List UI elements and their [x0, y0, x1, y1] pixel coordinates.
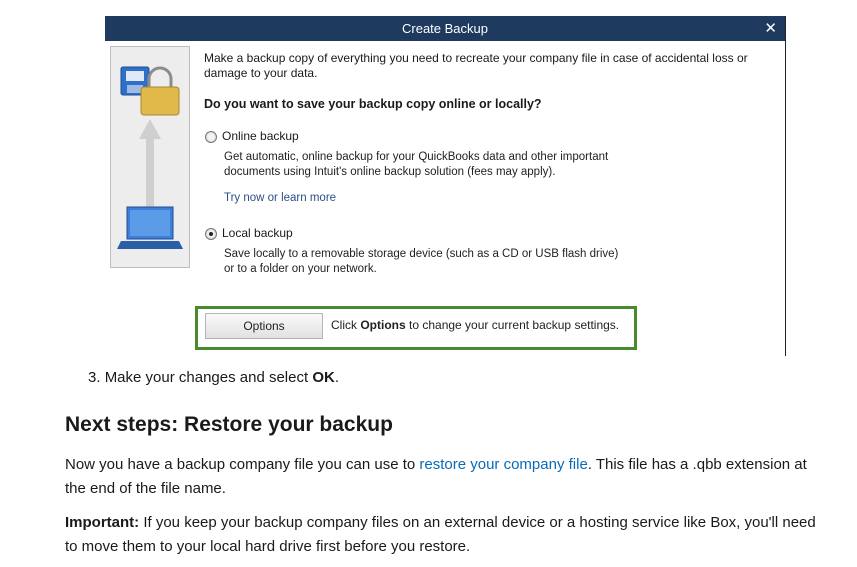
important-text: If you keep your backup company files on… [65, 514, 816, 555]
create-backup-dialog: Create Backup ✕ Make a backup copy of ev… [105, 16, 786, 356]
dialog-content: Make a backup copy of everything you nee… [204, 51, 764, 275]
backup-illustration [110, 46, 190, 268]
local-backup-description: Save locally to a removable storage devi… [224, 247, 618, 277]
options-hint-post: to change your current backup settings. [405, 318, 620, 332]
step-3: 3. Make your changes and select OK. [88, 369, 339, 386]
local-desc-line2: or to a folder on your network. [224, 263, 377, 275]
close-icon[interactable]: ✕ [764, 19, 777, 37]
step-end: . [334, 369, 339, 386]
online-backup-option[interactable]: Online backup [205, 129, 299, 144]
backup-question: Do you want to save your backup copy onl… [204, 97, 542, 111]
step-bold: OK [312, 369, 335, 386]
online-desc-line2: documents using Intuit's online backup s… [224, 166, 556, 178]
section-heading: Next steps: Restore your backup [65, 413, 393, 436]
online-backup-label: Online backup [222, 129, 299, 143]
backup-illustration-icon [117, 66, 183, 249]
options-hint-bold: Options [360, 318, 406, 332]
options-button[interactable]: Options [205, 313, 323, 339]
local-desc-line1: Save locally to a removable storage devi… [224, 248, 619, 260]
important-paragraph: Important: If you keep your backup compa… [65, 511, 825, 559]
dialog-intro: Make a backup copy of everything you nee… [204, 51, 748, 80]
restore-company-file-link[interactable]: restore your company file [419, 456, 587, 473]
step-text: Make your changes and select [104, 369, 313, 386]
para1-pre: Now you have a backup company file you c… [65, 456, 420, 473]
step-number: 3. [88, 369, 101, 386]
dialog-title: Create Backup [402, 21, 488, 36]
local-backup-radio[interactable] [205, 227, 217, 240]
options-highlight-box: Options Click Options to change your cur… [195, 306, 637, 350]
local-backup-label: Local backup [222, 226, 293, 240]
learn-more-link[interactable]: Try now or learn more [224, 191, 336, 206]
restore-paragraph: Now you have a backup company file you c… [65, 453, 825, 501]
important-label: Important: [65, 514, 140, 531]
local-backup-option[interactable]: Local backup [205, 226, 293, 241]
online-backup-description: Get automatic, online backup for your Qu… [224, 150, 608, 180]
options-hint-pre: Click [331, 318, 361, 332]
online-backup-radio[interactable] [205, 130, 217, 143]
dialog-titlebar: Create Backup ✕ [105, 16, 785, 41]
online-desc-line1: Get automatic, online backup for your Qu… [224, 151, 609, 163]
options-hint: Click Options to change your current bac… [331, 318, 619, 332]
